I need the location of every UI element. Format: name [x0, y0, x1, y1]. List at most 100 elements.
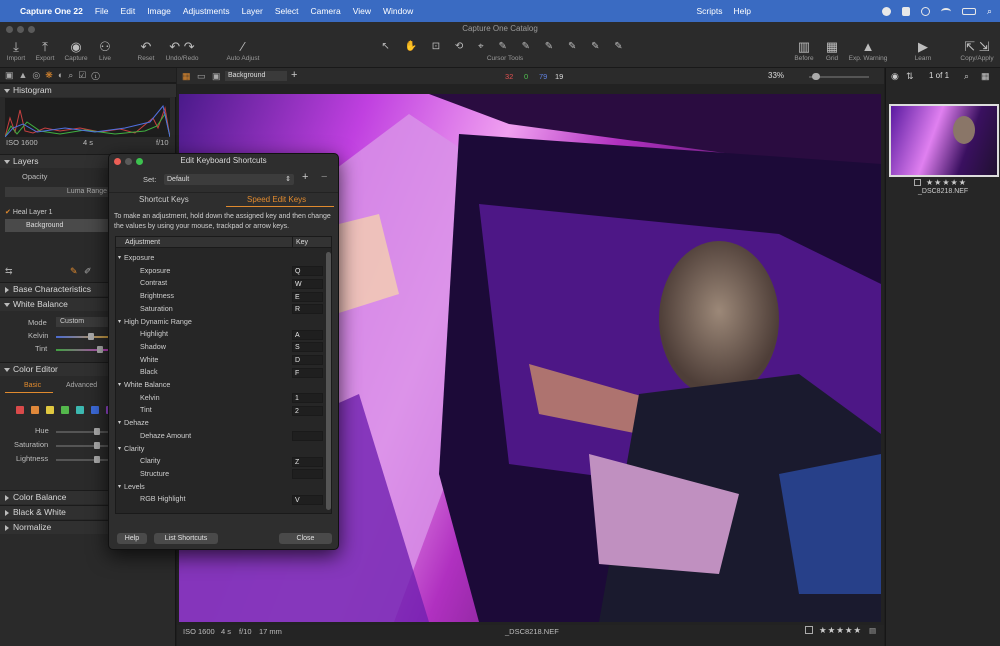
set-select[interactable]: Default ⇕: [164, 174, 294, 185]
zoom-dialog-button[interactable]: [136, 158, 143, 165]
close-window-button[interactable]: [6, 26, 13, 33]
table-scrollbar[interactable]: [326, 252, 331, 510]
menu-view[interactable]: View: [353, 6, 371, 16]
layer-item-heal[interactable]: ✔ Heal Layer 1: [5, 207, 109, 218]
disclosure-icon[interactable]: ▾: [118, 316, 121, 329]
swap-icon[interactable]: ⇆: [5, 266, 13, 277]
compare-view-icon[interactable]: ▣: [212, 71, 221, 82]
tab-speed-edit-keys[interactable]: Speed Edit Keys: [247, 195, 306, 204]
menu-scripts[interactable]: Scripts: [696, 6, 722, 16]
color-swatch[interactable]: [61, 406, 69, 414]
disclosure-icon[interactable]: ▾: [118, 252, 121, 265]
shortcut-row[interactable]: Structure: [116, 468, 324, 481]
key-field[interactable]: V: [292, 494, 323, 505]
key-field[interactable]: E: [292, 291, 323, 302]
color-swatch[interactable]: [31, 406, 39, 414]
menu-edit[interactable]: Edit: [121, 6, 136, 16]
disclosure-icon[interactable]: ▾: [118, 481, 121, 494]
shortcut-row[interactable]: Highlight A: [116, 328, 324, 341]
clock-icon[interactable]: [920, 6, 930, 16]
close-button[interactable]: Close: [279, 533, 332, 544]
checkbox-icon[interactable]: ✔: [5, 209, 11, 216]
battery-icon[interactable]: [961, 7, 976, 15]
menu-file[interactable]: File: [95, 6, 109, 16]
color-editor-tab-basic[interactable]: Basic: [24, 382, 41, 389]
thumb-checkbox[interactable]: [914, 179, 921, 186]
zoom-slider[interactable]: [809, 73, 869, 80]
shortcut-row[interactable]: Clarity Z: [116, 455, 324, 468]
cursor-tools[interactable]: ↖ ✋ ⊡ ⟲ ⌖ ✎ ✎ ✎ ✎ ✎ ✎ Cursor Tools: [380, 38, 630, 62]
search-icon[interactable]: ⌕: [964, 71, 969, 82]
color-tab-icon[interactable]: ❋: [45, 70, 58, 80]
lightness-knob[interactable]: [94, 456, 100, 463]
grid-view-icon[interactable]: ▦: [182, 71, 191, 82]
color-editor-tab-advanced[interactable]: Advanced: [66, 382, 97, 389]
lightness-slider[interactable]: [56, 456, 108, 463]
add-set-button[interactable]: +: [302, 171, 308, 183]
grid-icon[interactable]: ▦: [981, 71, 990, 82]
zoom-window-button[interactable]: [28, 26, 35, 33]
copy-apply-button[interactable]: ⇱ ⇲ Copy/Apply: [957, 38, 997, 62]
group-row[interactable]: ▾ Clarity: [116, 443, 324, 456]
shortcut-row[interactable]: Contrast W: [116, 277, 324, 290]
disclosure-icon[interactable]: ▾: [118, 417, 121, 430]
auto-adjust-button[interactable]: ⁄ Auto Adjust: [224, 38, 262, 62]
exp-warning-button[interactable]: ▲ Exp. Warning: [846, 38, 890, 62]
shortcut-row[interactable]: Brightness E: [116, 290, 324, 303]
menu-help[interactable]: Help: [733, 6, 750, 16]
key-field[interactable]: D: [292, 355, 323, 366]
capture-button[interactable]: ◉ Capture: [63, 38, 89, 62]
eye-icon[interactable]: ◉: [891, 71, 899, 82]
layer-select[interactable]: Background: [225, 71, 287, 81]
menu-select[interactable]: Select: [275, 6, 299, 16]
group-row[interactable]: ▾ Levels: [116, 481, 324, 494]
menu-adjustments[interactable]: Adjustments: [183, 6, 230, 16]
learn-button[interactable]: ▶ Learn: [911, 38, 935, 62]
shortcut-row[interactable]: Exposure Q: [116, 265, 324, 278]
histogram-header[interactable]: Histogram: [0, 83, 176, 97]
shortcut-row[interactable]: White D: [116, 354, 324, 367]
thumb-rating[interactable]: ★★★★★: [926, 178, 967, 187]
export-button[interactable]: ⤒ Export: [32, 38, 58, 62]
grid-button[interactable]: ▦ Grid: [822, 38, 842, 62]
live-button[interactable]: ⚇ Live: [94, 38, 116, 62]
layer-item-background[interactable]: Background: [5, 219, 109, 232]
tint-knob[interactable]: [97, 346, 103, 353]
kelvin-slider[interactable]: [56, 333, 108, 340]
key-field[interactable]: [292, 431, 323, 442]
brush-icon[interactable]: ✎: [70, 266, 78, 277]
eraser-icon[interactable]: ✐: [84, 266, 92, 277]
group-row[interactable]: ▾ High Dynamic Range: [116, 316, 324, 329]
shortcut-row[interactable]: Tint 2: [116, 404, 324, 417]
luma-range-button[interactable]: Luma Range: [5, 187, 109, 197]
shortcut-row[interactable]: RGB Highlight V: [116, 493, 324, 506]
shield-icon[interactable]: [901, 6, 910, 16]
key-field[interactable]: [292, 469, 323, 480]
shortcut-row[interactable]: Shadow S: [116, 341, 324, 354]
color-swatch[interactable]: [91, 406, 99, 414]
saturation-knob[interactable]: [94, 442, 100, 449]
shortcut-row[interactable]: Saturation R: [116, 303, 324, 316]
kelvin-knob[interactable]: [88, 333, 94, 340]
tab-shortcut-keys[interactable]: Shortcut Keys: [139, 195, 189, 204]
key-field[interactable]: Z: [292, 456, 323, 467]
menu-layer[interactable]: Layer: [242, 6, 263, 16]
disclosure-icon[interactable]: ▾: [118, 443, 121, 456]
wifi-icon[interactable]: [940, 7, 951, 15]
shortcut-row[interactable]: Dehaze Amount: [116, 430, 324, 443]
search-icon[interactable]: ⌕: [987, 6, 992, 17]
disclosure-icon[interactable]: ▾: [118, 379, 121, 392]
saturation-slider[interactable]: [56, 442, 108, 449]
add-layer-icon[interactable]: +: [291, 69, 297, 81]
close-dialog-button[interactable]: [114, 158, 121, 165]
key-field[interactable]: 1: [292, 393, 323, 404]
shortcut-row[interactable]: Kelvin 1: [116, 392, 324, 405]
color-tag-icon[interactable]: ▤: [869, 626, 876, 635]
before-button[interactable]: ▥ Before: [792, 38, 816, 62]
list-shortcuts-button[interactable]: List Shortcuts: [154, 533, 218, 544]
key-field[interactable]: 2: [292, 405, 323, 416]
key-field[interactable]: S: [292, 342, 323, 353]
minimize-window-button[interactable]: [17, 26, 24, 33]
reset-button[interactable]: ↶ Reset: [135, 38, 157, 62]
minimize-dialog-button[interactable]: [125, 158, 132, 165]
